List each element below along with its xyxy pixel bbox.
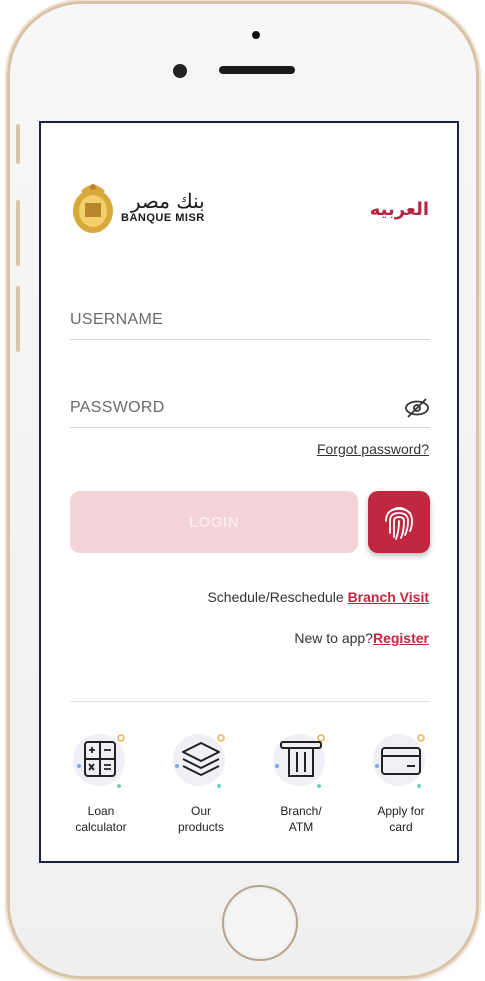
app-screen: بنك مصر BANQUE MISR العربيه Forgot passw… xyxy=(39,121,459,863)
credit-card-icon xyxy=(373,734,425,788)
username-field xyxy=(70,303,430,340)
banque-misr-logo: بنك مصر BANQUE MISR xyxy=(71,179,205,235)
login-button[interactable]: LOGIN xyxy=(70,491,358,553)
logo-english-text: BANQUE MISR xyxy=(121,212,205,224)
mute-switch xyxy=(16,124,20,164)
fingerprint-icon xyxy=(385,507,413,540)
tile-label-line2: calculator xyxy=(75,820,127,834)
proximity-sensor xyxy=(252,31,260,39)
register-prefix: New to app? xyxy=(294,630,373,646)
home-button[interactable] xyxy=(222,885,298,961)
tile-label-line1: Branch/ xyxy=(280,804,322,818)
branch-visit-row: Schedule/Reschedule Branch Visit xyxy=(207,589,429,605)
tile-label-line2: ATM xyxy=(288,820,314,834)
tile-label-line1: Loan xyxy=(87,804,115,818)
our-products-tile[interactable]: Our products xyxy=(161,728,241,835)
front-camera xyxy=(173,64,187,78)
earpiece-speaker xyxy=(219,66,295,74)
password-input[interactable] xyxy=(70,399,390,417)
fingerprint-login-button[interactable] xyxy=(368,491,430,553)
quick-links: Loan calculator Our products Branch/ ATM… xyxy=(61,728,441,835)
loan-calculator-tile[interactable]: Loan calculator xyxy=(61,728,141,835)
register-row: New to app?Register xyxy=(294,630,429,646)
volume-down-button xyxy=(16,286,20,352)
password-field xyxy=(70,391,430,428)
branch-visit-link[interactable]: Branch Visit xyxy=(348,589,429,605)
branch-atm-tile[interactable]: Branch/ ATM xyxy=(261,728,341,835)
volume-up-button xyxy=(16,200,20,266)
apply-for-card-tile[interactable]: Apply for card xyxy=(361,728,441,835)
branch-visit-prefix: Schedule/Reschedule xyxy=(207,589,348,605)
forgot-password-link[interactable]: Forgot password? xyxy=(317,441,429,457)
tile-label-line2: products xyxy=(177,820,225,834)
eye-off-icon[interactable] xyxy=(404,397,430,419)
calculator-icon xyxy=(73,734,125,788)
arabic-language-link[interactable]: العربيه xyxy=(370,199,429,220)
register-link[interactable]: Register xyxy=(373,630,429,646)
section-divider xyxy=(70,701,430,702)
logo-arabic-text: بنك مصر xyxy=(130,189,205,213)
layers-icon xyxy=(173,734,225,788)
emblem-icon xyxy=(73,184,113,233)
username-input[interactable] xyxy=(70,311,390,329)
atm-icon xyxy=(273,734,325,788)
tile-label-line2: card xyxy=(389,820,413,834)
tile-label-line1: Apply for xyxy=(377,804,425,818)
tile-label-line1: Our xyxy=(190,804,211,818)
